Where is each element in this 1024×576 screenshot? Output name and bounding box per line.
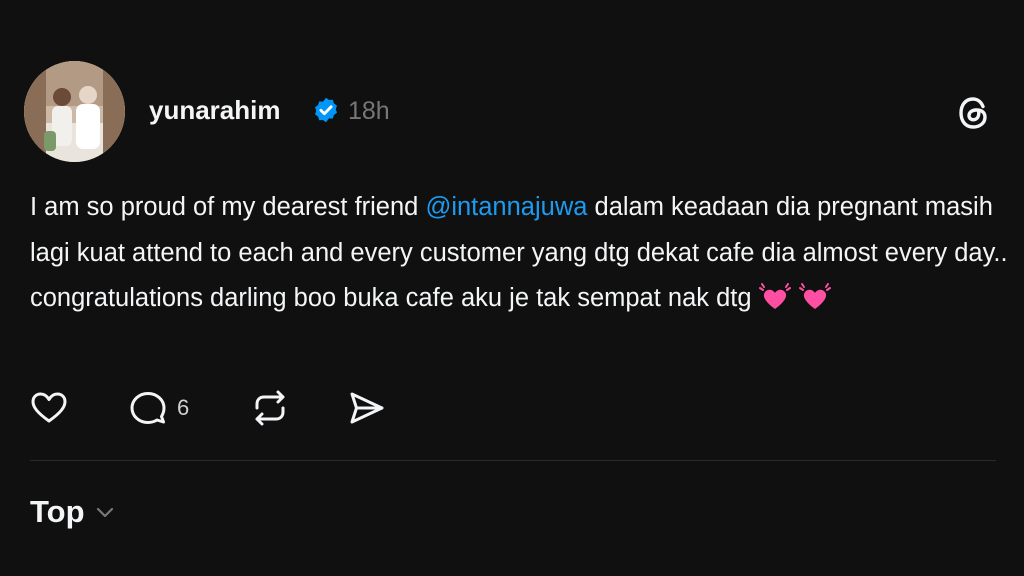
share-icon[interactable] [344,386,388,430]
threads-post-view: yunarahim 18h I am so proud of my deares… [0,0,1024,576]
divider [30,460,996,461]
heart-icon[interactable] [27,386,71,430]
post-text-start: I am so proud of my dearest friend [30,193,426,221]
post-timestamp: 18h [348,97,390,125]
post-text: I am so proud of my dearest friend @inta… [30,185,1010,322]
repost-icon[interactable] [248,386,292,430]
reply-count: 6 [177,395,190,420]
avatar-photo [24,61,125,162]
beating-heart-emoji-icon [758,283,791,309]
comment-icon[interactable] [126,386,170,430]
chevron-down-icon [96,507,113,518]
sort-label: Top [30,494,85,529]
mention-link[interactable]: @intannajuwa [425,193,587,221]
beating-heart-emoji-icon [798,283,831,309]
username[interactable]: yunarahim [149,92,281,128]
verified-badge-icon [315,97,337,123]
threads-logo-icon[interactable] [952,91,996,135]
avatar[interactable] [24,61,125,162]
sort-dropdown[interactable]: Top [30,490,117,534]
